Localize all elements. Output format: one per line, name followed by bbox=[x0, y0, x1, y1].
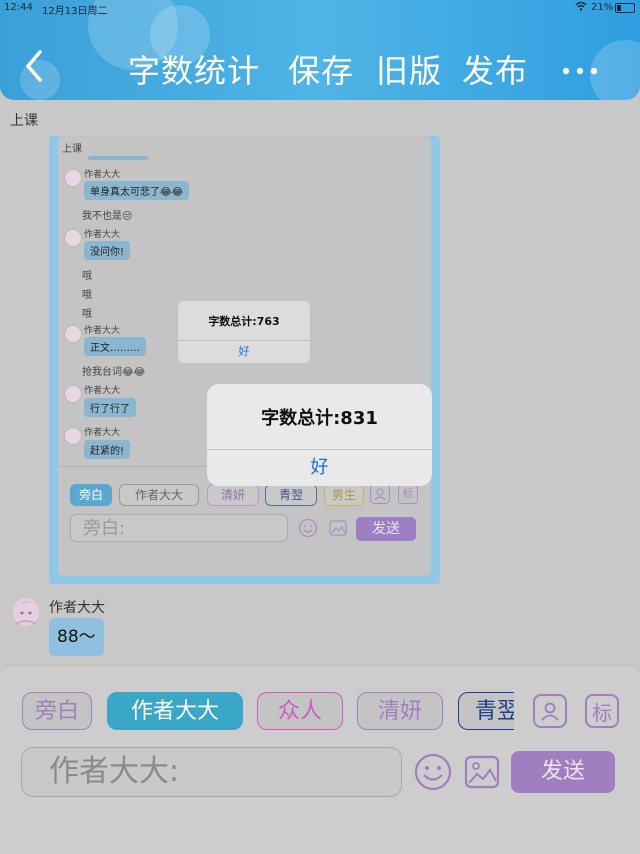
screenshot-dialog: 字数总计:763 好 bbox=[178, 301, 310, 363]
narration-text: 哦 bbox=[82, 271, 92, 282]
screenshot-dialog-title: 字数总计:763 bbox=[208, 315, 280, 328]
message-bubble: 正文……… bbox=[84, 337, 146, 356]
chip-qingyan[interactable]: 清妍 bbox=[357, 692, 443, 730]
chip-narration[interactable]: 旁白 bbox=[22, 692, 92, 730]
screenshot-chip: 作者大大 bbox=[119, 484, 199, 506]
avatar bbox=[64, 385, 82, 403]
send-button[interactable]: 发送 bbox=[511, 751, 615, 793]
screenshot-bubble-fragment bbox=[88, 156, 148, 160]
chip-qingyi[interactable]: 青翌 bbox=[458, 692, 514, 730]
avatar bbox=[64, 169, 82, 187]
screenshot-chapter-label: 上课 bbox=[62, 144, 82, 155]
header-bar: 12:44 12月13日周二 21% 字数统计 保存 旧版 发布 bbox=[0, 0, 640, 100]
message-bubble: 行了行了 bbox=[84, 398, 136, 417]
avatar bbox=[64, 325, 82, 343]
narration-text: 哦 bbox=[82, 309, 92, 320]
message-input[interactable]: 作者大大: bbox=[21, 747, 402, 797]
old-version-button[interactable]: 旧版 bbox=[376, 46, 442, 92]
screenshot-input: 旁白: bbox=[70, 514, 288, 542]
message-bubble: 没问你! bbox=[84, 241, 131, 260]
word-count-dialog: 字数总计:831 好 bbox=[207, 384, 432, 486]
narration-text: 哦 bbox=[82, 290, 92, 301]
emoji-icon bbox=[298, 518, 318, 538]
message-name: 作者大大 bbox=[84, 170, 121, 180]
dialog-ok-button[interactable]: 好 bbox=[207, 449, 432, 486]
image-icon[interactable] bbox=[463, 753, 501, 791]
word-count-button[interactable]: 字数统计 bbox=[128, 46, 260, 92]
message-name: 作者大大 bbox=[84, 386, 121, 396]
narration-text: 我不也是😒 bbox=[82, 211, 133, 222]
chapter-label: 上课 bbox=[10, 113, 38, 129]
person-icon bbox=[370, 484, 390, 504]
wifi-icon bbox=[575, 1, 587, 14]
battery-icon bbox=[615, 3, 635, 13]
screenshot-chip: 青翌 bbox=[265, 484, 317, 506]
battery-percent: 21% bbox=[591, 2, 614, 13]
author-avatar bbox=[10, 596, 42, 630]
message-name: 作者大大 bbox=[84, 326, 121, 336]
screenshot-chip: 清妍 bbox=[207, 484, 259, 506]
message-name: 作者大大 bbox=[84, 428, 121, 438]
save-button[interactable]: 保存 bbox=[288, 46, 354, 92]
mark-icon: 标 bbox=[398, 484, 418, 504]
screenshot-chip: 男生 bbox=[324, 484, 364, 506]
message-bubble: 赶紧的! bbox=[84, 440, 131, 459]
avatar bbox=[64, 229, 82, 247]
dialog-title: 字数总计:831 bbox=[261, 408, 378, 429]
message-bubble[interactable]: 88～ bbox=[49, 618, 104, 656]
status-bar: 12:44 12月13日周二 21% bbox=[0, 0, 640, 18]
person-icon[interactable] bbox=[533, 694, 567, 728]
screenshot-send-button: 发送 bbox=[356, 517, 416, 541]
back-icon[interactable] bbox=[22, 46, 48, 86]
chip-author[interactable]: 作者大大 bbox=[107, 692, 243, 730]
status-date: 12月13日周二 bbox=[42, 6, 108, 17]
image-icon bbox=[328, 518, 348, 538]
chip-crowd[interactable]: 众人 bbox=[257, 692, 343, 730]
message-bubble: 单身真太可悲了😂😂 bbox=[84, 181, 190, 200]
publish-button[interactable]: 发布 bbox=[462, 46, 528, 92]
screenshot-chip: 旁白 bbox=[70, 484, 112, 506]
status-time: 12:44 bbox=[4, 2, 33, 13]
message-author-name: 作者大大 bbox=[49, 600, 105, 616]
screenshot-dialog-ok: 好 bbox=[178, 340, 310, 363]
more-icon[interactable] bbox=[562, 60, 598, 75]
narration-text: 抢我台词😂😂 bbox=[82, 367, 146, 378]
avatar bbox=[64, 427, 82, 445]
emoji-icon[interactable] bbox=[413, 752, 453, 792]
message-name: 作者大大 bbox=[84, 230, 121, 240]
mark-icon[interactable]: 标 bbox=[585, 694, 619, 728]
